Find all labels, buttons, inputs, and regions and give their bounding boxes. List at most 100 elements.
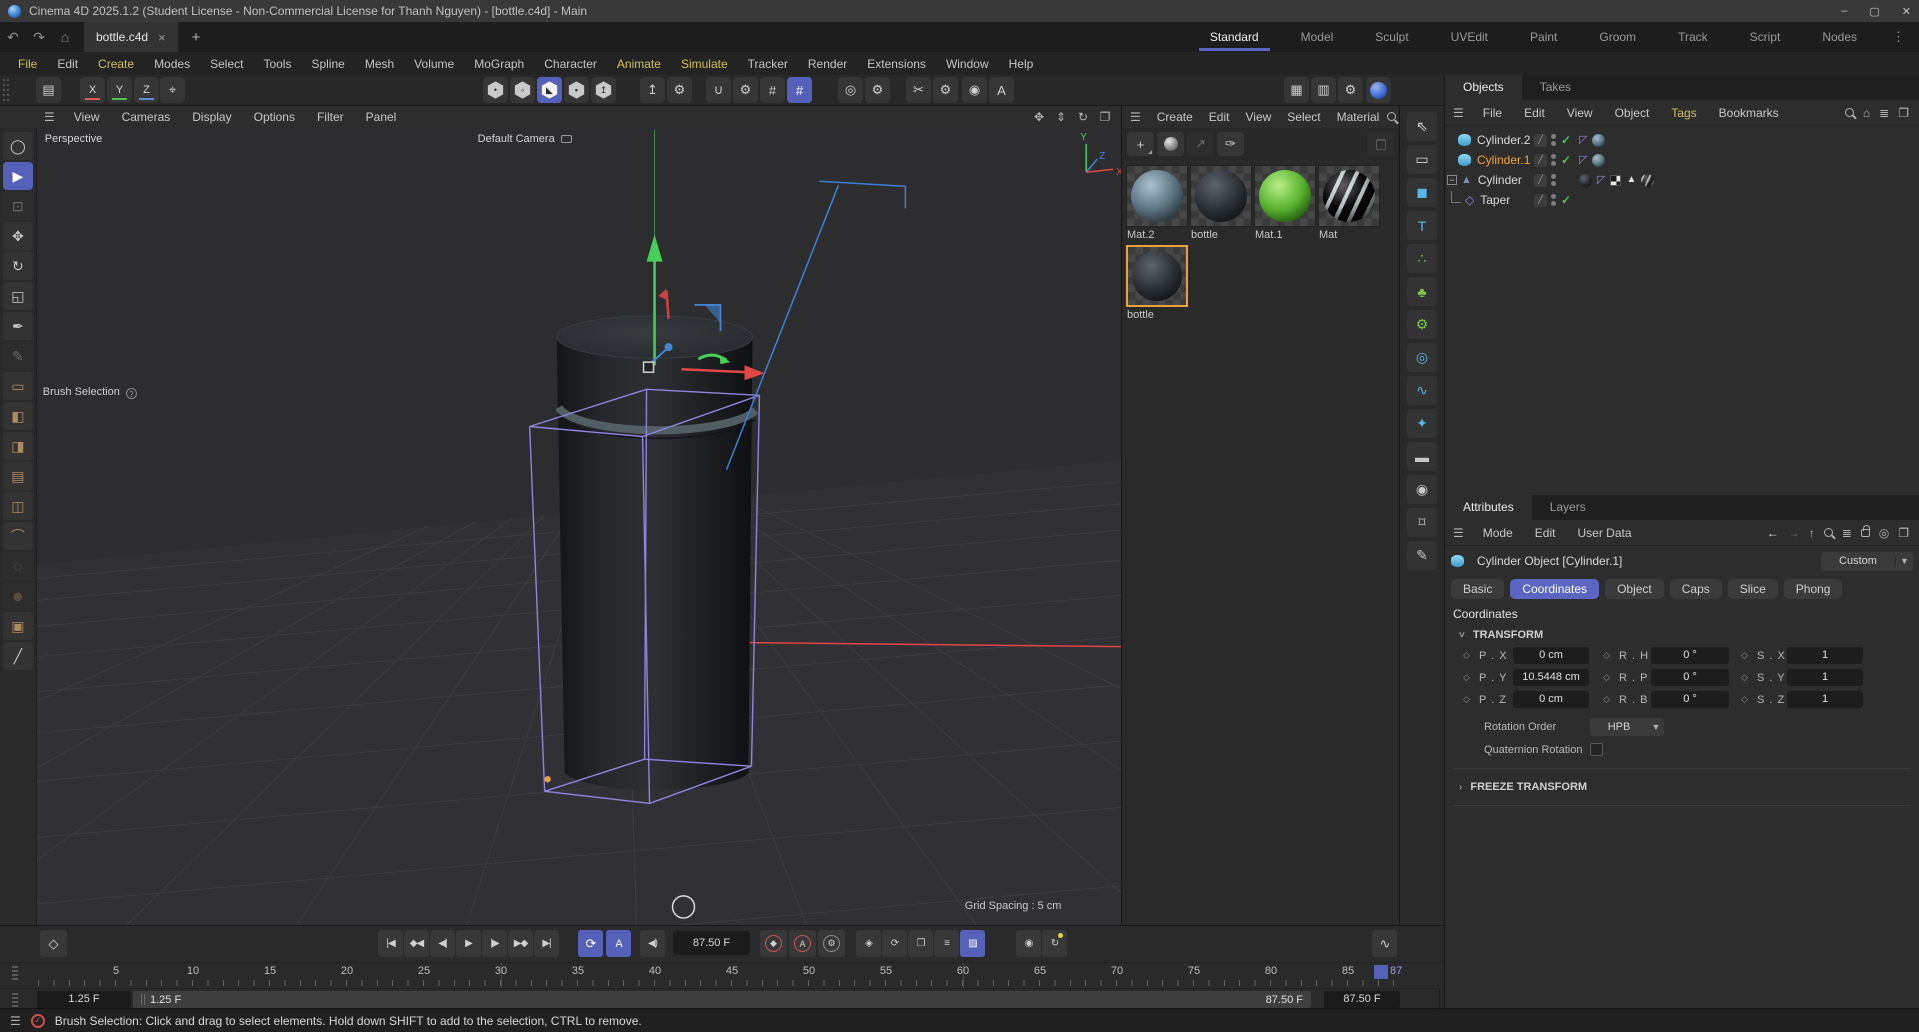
snap-button[interactable]: ∪ — [706, 77, 731, 103]
enabled-check-icon[interactable]: ✓ — [1561, 133, 1571, 147]
coordinate-system-button[interactable]: ⌖ — [160, 77, 185, 103]
lock-x-axis-button[interactable]: X — [80, 77, 105, 103]
plane-primitive-icon[interactable]: ◨ — [3, 432, 33, 460]
object-axis-mode-button[interactable]: ↥ — [591, 77, 616, 103]
viewport-menu-item[interactable]: Panel — [355, 110, 408, 124]
objects-filter-icon[interactable]: ≣ — [1879, 106, 1889, 120]
field-force-icon[interactable]: ✦ — [1407, 409, 1437, 438]
auto-mode-button[interactable]: A — [989, 77, 1014, 103]
key-diamond-icon[interactable]: ◇ — [1741, 694, 1757, 705]
home-icon[interactable]: ⌂ — [52, 29, 78, 45]
find-tool-icon[interactable]: ◯ — [3, 132, 33, 160]
fcurve-editor-button[interactable]: ∿ — [1372, 930, 1397, 957]
layout-tab-groom[interactable]: Groom — [1578, 22, 1657, 52]
toggle-view-icon[interactable]: ❐ — [1097, 110, 1113, 124]
key-diamond-icon[interactable]: ◇ — [1741, 650, 1757, 661]
key-parameter-button[interactable]: ≡ — [934, 930, 959, 957]
material-tag-icon[interactable] — [1592, 154, 1605, 167]
next-key-button[interactable]: ▶◆ — [508, 930, 533, 957]
objects-menu-edit[interactable]: Edit — [1513, 106, 1556, 120]
viewport-menu-item[interactable]: Filter — [306, 110, 355, 124]
tool-help-icon[interactable]: ? — [126, 388, 137, 399]
object-row[interactable]: − ▲ Cylinder ╱ ◸ ▲ — [1445, 170, 1919, 190]
range-start-field[interactable]: 1.25 F — [37, 991, 131, 1008]
cube-icon[interactable]: ◼ — [1407, 178, 1437, 207]
selection-tag-icon[interactable]: ▲ — [1626, 175, 1636, 185]
arch-icon[interactable]: ⌒ — [3, 522, 33, 550]
key-diamond-icon[interactable]: ◇ — [1741, 672, 1757, 683]
rotation-order-dropdown[interactable]: HPB ▼ — [1590, 718, 1664, 736]
rb-field[interactable]: 0 ° — [1651, 691, 1729, 708]
key-diamond-icon[interactable]: ◇ — [1603, 694, 1619, 705]
simulation-icon[interactable]: ⚙ — [1407, 310, 1437, 339]
spline-icon[interactable]: ∿ — [1407, 376, 1437, 405]
edit-toggle-icon[interactable]: ╱ — [1534, 154, 1547, 167]
spline-pen-tool-icon[interactable]: ✒ — [3, 312, 33, 340]
edit-toggle-icon[interactable]: ╱ — [1534, 194, 1547, 207]
range-bar-left-grip[interactable] — [141, 994, 146, 1005]
film-icon[interactable]: ▬ — [1407, 442, 1437, 471]
menu-character[interactable]: Character — [534, 57, 607, 71]
tab-takes[interactable]: Takes — [1522, 75, 1589, 100]
playhead-marker[interactable] — [1374, 965, 1388, 979]
objects-hamburger-icon[interactable]: ☰ — [1445, 106, 1472, 120]
layout-overflow-icon[interactable]: ⋮ — [1878, 29, 1919, 45]
menu-mesh[interactable]: Mesh — [355, 57, 404, 71]
goto-material-button[interactable]: ↗ — [1187, 132, 1214, 156]
attributes-filter-icon[interactable]: ≣ — [1842, 526, 1852, 540]
menu-extensions[interactable]: Extensions — [857, 57, 936, 71]
tweak-icon[interactable]: ⇖ — [1407, 112, 1437, 141]
objects-menu-object[interactable]: Object — [1604, 106, 1661, 120]
save-button[interactable]: ▤ — [36, 77, 61, 103]
attr-tab-basic[interactable]: Basic — [1451, 579, 1504, 599]
objects-menu-bookmarks[interactable]: Bookmarks — [1708, 106, 1790, 120]
model-mode-button[interactable]: ▪ — [564, 77, 589, 103]
attributes-search-icon[interactable] — [1824, 526, 1833, 540]
viewport-solo-button[interactable]: ◉ — [962, 77, 987, 103]
sz-field[interactable]: 1 — [1787, 691, 1863, 708]
objects-menu-view[interactable]: View — [1556, 106, 1604, 120]
render-ball-button[interactable] — [1366, 77, 1391, 103]
object-row-selected[interactable]: Cylinder.1 ╱ ✓ ◸ — [1445, 150, 1919, 170]
expand-icon[interactable]: − — [1447, 175, 1457, 185]
object-name[interactable]: Taper — [1480, 193, 1510, 207]
attr-tab-coordinates[interactable]: Coordinates — [1510, 579, 1599, 599]
material-item-selected[interactable]: bottle — [1126, 245, 1190, 321]
menu-volume[interactable]: Volume — [404, 57, 464, 71]
cut-tool-button[interactable]: ✂ — [906, 77, 931, 103]
goto-start-button[interactable]: |◀ — [378, 930, 403, 957]
material-hamburger-icon[interactable]: ☰ — [1122, 110, 1149, 124]
render-picture-viewer-button[interactable]: ▥ — [1311, 77, 1336, 103]
visibility-dots[interactable] — [1551, 174, 1556, 186]
key-diamond-icon[interactable]: ◇ — [1603, 650, 1619, 661]
new-tab-button[interactable]: + — [192, 29, 201, 46]
viewport-menu-item[interactable]: Options — [243, 110, 306, 124]
undo-icon[interactable]: ↶ — [0, 29, 26, 46]
enabled-check-icon[interactable]: ✓ — [1561, 153, 1571, 167]
play-button[interactable]: ▶ — [456, 930, 481, 957]
object-row[interactable]: ◇ Taper ╱ ✓ — [1445, 190, 1919, 210]
preset-dropdown[interactable]: Custom ▼ — [1821, 552, 1913, 571]
phong-tag-icon[interactable]: ◸ — [1597, 175, 1605, 186]
tab-layers[interactable]: Layers — [1532, 495, 1604, 520]
sx-field[interactable]: 1 — [1787, 647, 1863, 664]
sound-button[interactable]: ◀) — [640, 930, 665, 957]
object-name[interactable]: Cylinder.1 — [1477, 153, 1530, 167]
edit-toggle-icon[interactable]: ╱ — [1534, 174, 1547, 187]
add-keyframe-button[interactable]: ◇ — [40, 930, 67, 957]
loop-playback-button[interactable]: ⟳ — [578, 930, 603, 957]
history-back-icon[interactable]: ← — [1767, 526, 1779, 540]
objects-external-icon[interactable]: ❐ — [1898, 106, 1909, 120]
quaternion-checkbox[interactable] — [1590, 743, 1603, 756]
preview-range-bar[interactable]: 1.25 F 87.50 F — [133, 991, 1311, 1008]
material-menu-item[interactable]: Edit — [1201, 110, 1238, 124]
axis-settings-button[interactable]: ⚙ — [865, 77, 890, 103]
layout-tab-track[interactable]: Track — [1657, 22, 1729, 52]
key-diamond-icon[interactable]: ◇ — [1463, 694, 1479, 705]
py-field[interactable]: 10.5448 cm — [1513, 669, 1589, 686]
knife-tool-icon[interactable]: ╱ — [3, 642, 33, 670]
transform-group-header[interactable]: ˅TRANSFORM — [1459, 629, 1913, 641]
workplane-settings-button[interactable]: ⚙ — [667, 77, 692, 103]
cloner-icon[interactable]: ▤ — [3, 462, 33, 490]
px-field[interactable]: 0 cm — [1513, 647, 1589, 664]
